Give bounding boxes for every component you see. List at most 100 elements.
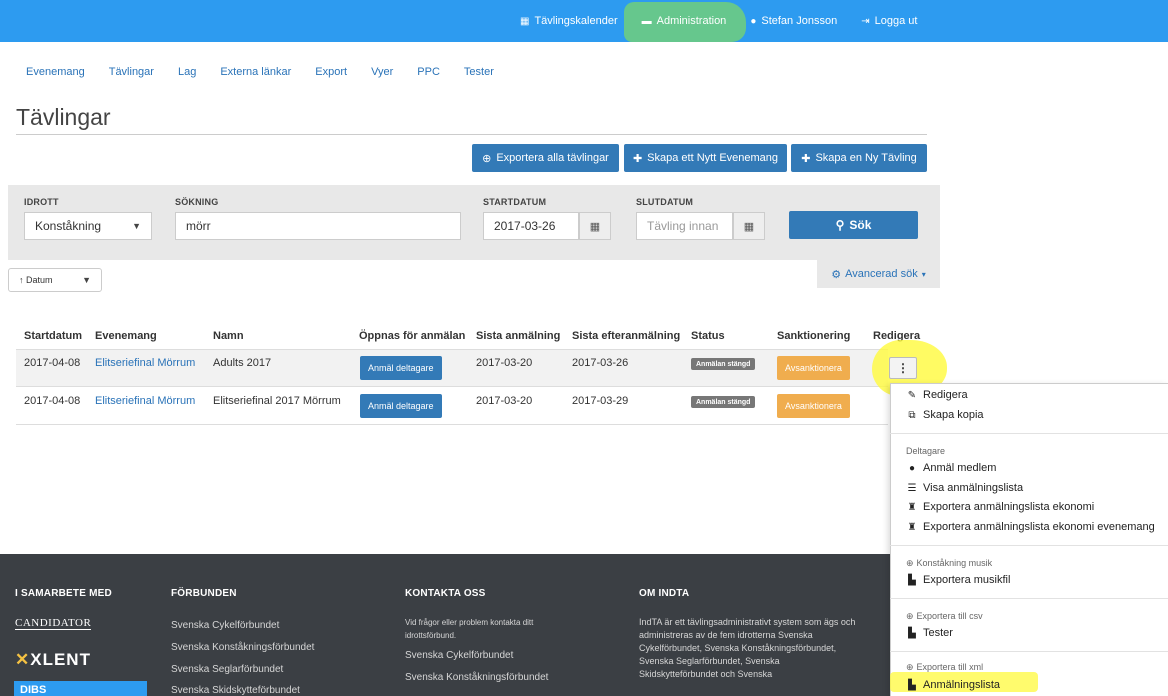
end-date-label: SLUTDATUM: [636, 197, 694, 207]
footer-partners-heading: I SAMARBETE MED: [15, 588, 112, 599]
gear-icon: ⚙: [831, 268, 842, 281]
menu-participants-heading: Deltagare: [906, 446, 946, 456]
piggy-bank-icon: ♜: [907, 521, 917, 533]
cell-event-link[interactable]: Elitseriefinal Mörrum: [95, 395, 195, 407]
footer-link-segel[interactable]: Svenska Seglarförbundet: [171, 664, 283, 675]
register-participants-button[interactable]: Anmäl deltagare: [360, 356, 442, 380]
menu-copy[interactable]: ⧉ Skapa kopia: [906, 409, 983, 421]
start-date-calendar-button[interactable]: ▦: [579, 212, 611, 240]
edit-dropdown-menu: [890, 383, 1168, 696]
dibs-logo: DIBS: [14, 681, 147, 696]
piggy-bank-icon: ♜: [907, 501, 917, 513]
nav-calendar[interactable]: ▦ Tävlingskalender: [520, 15, 618, 27]
calendar-icon: ▦: [743, 220, 755, 233]
col-sista-efteranmalning: Sista efteranmälning: [572, 330, 681, 342]
export-all-button[interactable]: ⊕ Exportera alla tävlingar: [472, 144, 619, 172]
menu-export-music[interactable]: ▙ Exportera musikfil: [906, 574, 1010, 586]
menu-export-economy-event[interactable]: ♜ Exportera anmälningslista ekonomi evene…: [906, 521, 1155, 533]
nav-logout[interactable]: ⇥ Logga ut: [861, 15, 917, 27]
start-date-label: STARTDATUM: [483, 197, 547, 207]
briefcase-icon: ▬: [641, 15, 652, 27]
status-badge: Anmälan stängd: [691, 396, 756, 408]
subnav-externa-lankar[interactable]: Externa länkar: [220, 66, 291, 78]
col-namn: Namn: [213, 330, 244, 342]
end-date-input[interactable]: Tävling innan: [636, 212, 733, 240]
menu-export-economy[interactable]: ♜ Exportera anmälningslista ekonomi: [906, 501, 1095, 513]
cell-last-registration: 2017-03-20: [476, 357, 533, 369]
sport-select[interactable]: Konståkning ▼: [24, 212, 152, 240]
footer-contact-konstakning[interactable]: Svenska Konståkningsförbundet: [405, 672, 548, 683]
col-sista-anmalning: Sista anmälning: [476, 330, 561, 342]
menu-divider: [890, 433, 1168, 434]
export-icon: ⊕: [906, 558, 914, 568]
menu-edit[interactable]: ✎ Redigera: [906, 389, 968, 401]
footer-contact-cykel[interactable]: Svenska Cykelförbundet: [405, 650, 513, 661]
caret-down-icon: ▾: [921, 269, 926, 279]
user-icon: ●: [750, 15, 757, 27]
cell-name: Elitseriefinal 2017 Mörrum: [213, 395, 341, 407]
subnav-ppc[interactable]: PPC: [417, 66, 440, 78]
nav-user[interactable]: ● Stefan Jonsson: [750, 15, 837, 27]
export-icon: ⊕: [906, 611, 914, 621]
end-date-calendar-button[interactable]: ▦: [733, 212, 765, 240]
subnav-tester[interactable]: Tester: [464, 66, 494, 78]
cell-last-registration: 2017-03-20: [476, 395, 533, 407]
col-sanktionering: Sanktionering: [777, 330, 851, 342]
subnav-lag[interactable]: Lag: [178, 66, 196, 78]
menu-divider: [890, 545, 1168, 546]
xlent-logo: ✕XLENT: [15, 650, 91, 669]
sort-select[interactable]: ↑ Datum ▼: [8, 268, 102, 292]
footer-link-cykel[interactable]: Svenska Cykelförbundet: [171, 620, 279, 631]
menu-divider: [890, 598, 1168, 599]
subnav-export[interactable]: Export: [315, 66, 347, 78]
cell-name: Adults 2017: [213, 357, 272, 369]
plus-icon: ✚: [801, 152, 811, 165]
nav-administration[interactable]: ▬ Administration: [642, 15, 727, 27]
edit-menu-button[interactable]: ⋮: [889, 357, 917, 379]
menu-music-heading: ⊕ Konståkning musik: [906, 558, 993, 568]
user-icon: ●: [908, 462, 916, 474]
col-startdatum: Startdatum: [24, 330, 83, 342]
subnav-evenemang[interactable]: Evenemang: [26, 66, 85, 78]
candidator-logo: CANDIDATOR: [15, 617, 92, 630]
register-participants-button[interactable]: Anmäl deltagare: [360, 394, 442, 418]
col-evenemang: Evenemang: [95, 330, 157, 342]
create-competition-button[interactable]: ✚ Skapa en Ny Tävling: [791, 144, 927, 172]
subnav-vyer[interactable]: Vyer: [371, 66, 393, 78]
search-input[interactable]: mörr: [175, 212, 461, 240]
start-date-input[interactable]: 2017-03-26: [483, 212, 579, 240]
unsanction-button[interactable]: Avsanktionera: [777, 394, 850, 418]
col-oppnas: Öppnas för anmälan: [359, 330, 466, 342]
footer-contact-text: Vid frågor eller problem kontakta ditt i…: [405, 618, 534, 640]
cell-event-link[interactable]: Elitseriefinal Mörrum: [95, 357, 195, 369]
create-event-button[interactable]: ✚ Skapa ett Nytt Evenemang: [624, 144, 787, 172]
calendar-icon: ▦: [589, 220, 601, 233]
more-vertical-icon: ⋮: [897, 361, 909, 375]
cell-start-date: 2017-04-08: [24, 357, 81, 369]
cell-late-registration: 2017-03-29: [572, 395, 629, 407]
footer-link-konstakning[interactable]: Svenska Konståkningsförbundet: [171, 642, 314, 653]
search-icon: ⚲: [835, 218, 845, 232]
footer-about-heading: OM INDTA: [639, 588, 690, 599]
plus-icon: ✚: [632, 152, 643, 165]
search-button[interactable]: ⚲ Sök: [789, 211, 918, 239]
footer-link-skidskytte[interactable]: Svenska Skidskytteförbundet: [171, 685, 300, 696]
caret-down-icon: ▼: [132, 221, 141, 231]
export-icon: ⊕: [482, 152, 492, 165]
sport-label: IDROTT: [24, 197, 59, 207]
menu-show-list[interactable]: ☰ Visa anmälningslista: [906, 482, 1024, 494]
unsanction-button[interactable]: Avsanktionera: [777, 356, 850, 380]
pencil-icon: ✎: [907, 389, 917, 401]
file-icon: ▙: [908, 574, 916, 586]
footer-about-text: IndTA är ett tävlingsadministrativt syst…: [639, 617, 856, 679]
search-label: SÖKNING: [175, 197, 219, 207]
top-nav: ▦ Tävlingskalender ▬ Administration ● Stefa…: [520, 0, 917, 42]
menu-register-member[interactable]: ● Anmäl medlem: [906, 462, 996, 474]
advanced-search-toggle[interactable]: ⚙ Avancerad sök ▾: [817, 260, 940, 288]
footer-federations-heading: FÖRBUNDEN: [171, 588, 237, 599]
menu-csv-heading: ⊕ Exportera till csv: [906, 611, 983, 621]
menu-registration-list[interactable]: ▙ Anmälningslista: [906, 679, 1000, 691]
menu-tester[interactable]: ▙ Tester: [906, 627, 953, 639]
subnav-tavlingar[interactable]: Tävlingar: [109, 66, 154, 78]
list-icon: ☰: [907, 482, 917, 494]
